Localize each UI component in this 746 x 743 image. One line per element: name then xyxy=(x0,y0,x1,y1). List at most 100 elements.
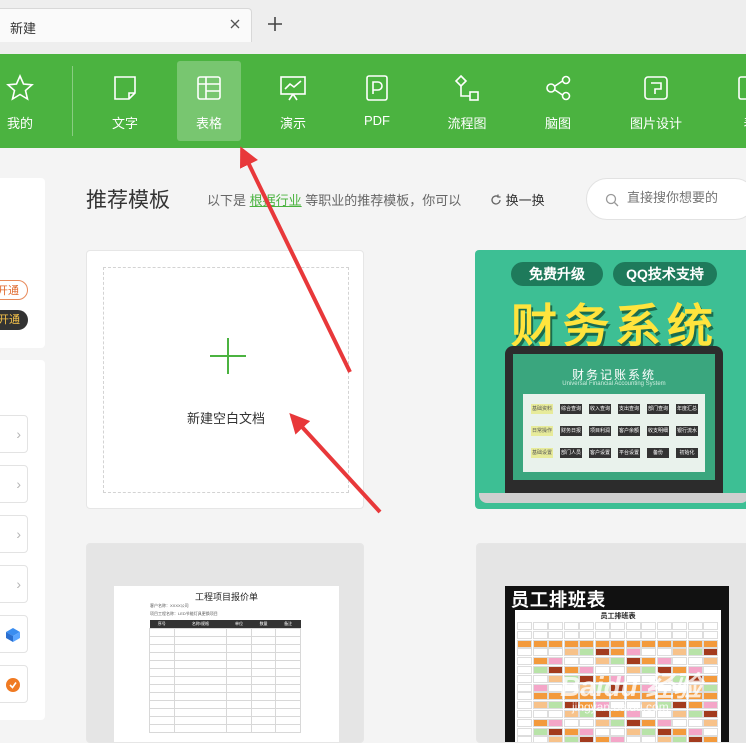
roster-cell xyxy=(703,657,718,666)
roster-cell xyxy=(656,648,672,657)
quote-row xyxy=(149,723,301,733)
template-card-finance[interactable]: 免费升级 QQ技术支持 财务系统 财务记账系统 Universal Financ… xyxy=(475,250,746,509)
roster-cell xyxy=(641,648,656,657)
quote-cell xyxy=(226,707,252,717)
roster-cell xyxy=(687,736,703,742)
tool-image-design[interactable]: 图片设计 xyxy=(624,61,688,141)
tool-mine-label: 我的 xyxy=(6,116,33,131)
roster-cell xyxy=(532,666,548,674)
quote-cell xyxy=(149,643,175,653)
roster-cell xyxy=(641,657,656,666)
quote-cell xyxy=(275,651,301,661)
tool-presentation[interactable]: 演示 xyxy=(261,61,325,141)
roster-cell xyxy=(703,692,718,701)
search-input[interactable] xyxy=(627,190,746,205)
roster-cell xyxy=(532,622,548,630)
tool-spreadsheet[interactable]: 表格 xyxy=(177,61,241,141)
roster-cell xyxy=(625,639,641,648)
roster-cell xyxy=(532,639,548,648)
roster-cell xyxy=(517,736,532,742)
module-group-tag: 基础资料 xyxy=(531,404,553,414)
roster-cell xyxy=(672,639,687,648)
quote-cell xyxy=(173,675,228,685)
tool-flowchart[interactable]: 流程图 xyxy=(435,61,499,141)
quote-cell xyxy=(149,715,175,725)
template-search[interactable] xyxy=(586,178,746,220)
close-icon[interactable] xyxy=(227,16,243,32)
roster-cell xyxy=(517,666,532,674)
industry-link[interactable]: 根据行业 xyxy=(250,193,302,208)
laptop-screen: 财务记账系统 Universal Financial Accounting Sy… xyxy=(513,354,715,480)
module-button: 项目利润 xyxy=(589,426,611,436)
quote-cell xyxy=(226,651,252,661)
sidebar-item-5[interactable] xyxy=(0,615,28,653)
tool-presentation-label: 演示 xyxy=(279,116,306,131)
blank-document-label: 新建空白文档 xyxy=(186,411,265,426)
quote-cell xyxy=(275,667,301,677)
sidebar-item-2[interactable]: › xyxy=(0,465,28,503)
roster-cell xyxy=(548,630,563,639)
open-super-vip-button[interactable]: 开通 xyxy=(0,310,28,330)
roster-cell xyxy=(625,736,641,742)
new-blank-document-card[interactable]: 新建空白文档 xyxy=(86,250,364,509)
quote-cell xyxy=(275,699,301,709)
quote-row xyxy=(149,675,301,685)
quote-cell xyxy=(275,691,301,701)
tab-new[interactable]: 新建 xyxy=(0,8,252,42)
tool-more[interactable]: 表 xyxy=(718,61,746,141)
tool-pdf[interactable]: PDF xyxy=(345,61,409,141)
roster-cell xyxy=(610,657,625,666)
toolbar-divider xyxy=(72,66,73,136)
tool-mine[interactable]: 我的 xyxy=(0,61,52,141)
quote-row xyxy=(149,715,301,725)
tool-mindmap[interactable]: 脑图 xyxy=(526,61,590,141)
quote-cell xyxy=(226,667,252,677)
chevron-right-icon: › xyxy=(16,426,21,442)
quote-cell xyxy=(173,683,228,693)
roster-cell xyxy=(517,622,532,630)
roster-cell xyxy=(548,639,563,648)
quote-cell xyxy=(149,627,175,637)
quote-row xyxy=(149,651,301,661)
sidebar-item-1[interactable]: › xyxy=(0,415,28,453)
roster-cell xyxy=(687,727,703,736)
quote-cell xyxy=(226,627,252,637)
roster-cell xyxy=(548,657,563,666)
quote-cell xyxy=(149,659,175,669)
roster-cell xyxy=(687,639,703,648)
module-button: 部门人员 xyxy=(560,448,582,458)
roster-cell xyxy=(594,727,610,736)
add-tab-icon[interactable] xyxy=(266,15,284,33)
roster-cell xyxy=(656,718,672,727)
quote-cell xyxy=(173,699,228,709)
module-button: 收支明细 xyxy=(647,426,669,436)
roster-cell xyxy=(517,630,532,639)
quote-cell xyxy=(226,723,252,733)
document-icon xyxy=(114,76,136,100)
roster-cell xyxy=(703,736,718,742)
baidu-watermark: Baidu 经验 xyxy=(560,671,702,702)
tool-text[interactable]: 文字 xyxy=(93,61,157,141)
roster-cell xyxy=(579,630,594,639)
roster-cell xyxy=(532,710,548,718)
section-desc-suffix: 等职业的推荐模板，你可以 xyxy=(305,193,462,208)
sidebar-item-4[interactable]: › xyxy=(0,565,28,603)
quote-cell xyxy=(250,723,277,733)
open-vip-button[interactable]: 开通 xyxy=(0,280,28,300)
quote-cell xyxy=(149,675,175,685)
more-icon xyxy=(738,76,746,100)
quote-row xyxy=(149,627,301,637)
quote-cell xyxy=(250,715,277,725)
quote-row xyxy=(149,643,301,653)
module-button: 年度汇总 xyxy=(676,404,698,414)
template-card-quote[interactable]: 工程项目报价单 客户名称：XXXX公司 项目工程名称：LED节能灯具更换项目 序… xyxy=(86,543,364,743)
roster-cell xyxy=(703,701,718,710)
swap-button[interactable]: 换一换 xyxy=(490,190,545,209)
module-button: 客户余额 xyxy=(618,426,640,436)
roster-cell xyxy=(563,727,579,736)
roster-cell xyxy=(672,622,687,630)
sidebar-item-3[interactable]: › xyxy=(0,515,28,553)
sidebar-item-6[interactable] xyxy=(0,665,28,703)
roster-cell xyxy=(532,648,548,657)
roster-cell xyxy=(641,630,656,639)
